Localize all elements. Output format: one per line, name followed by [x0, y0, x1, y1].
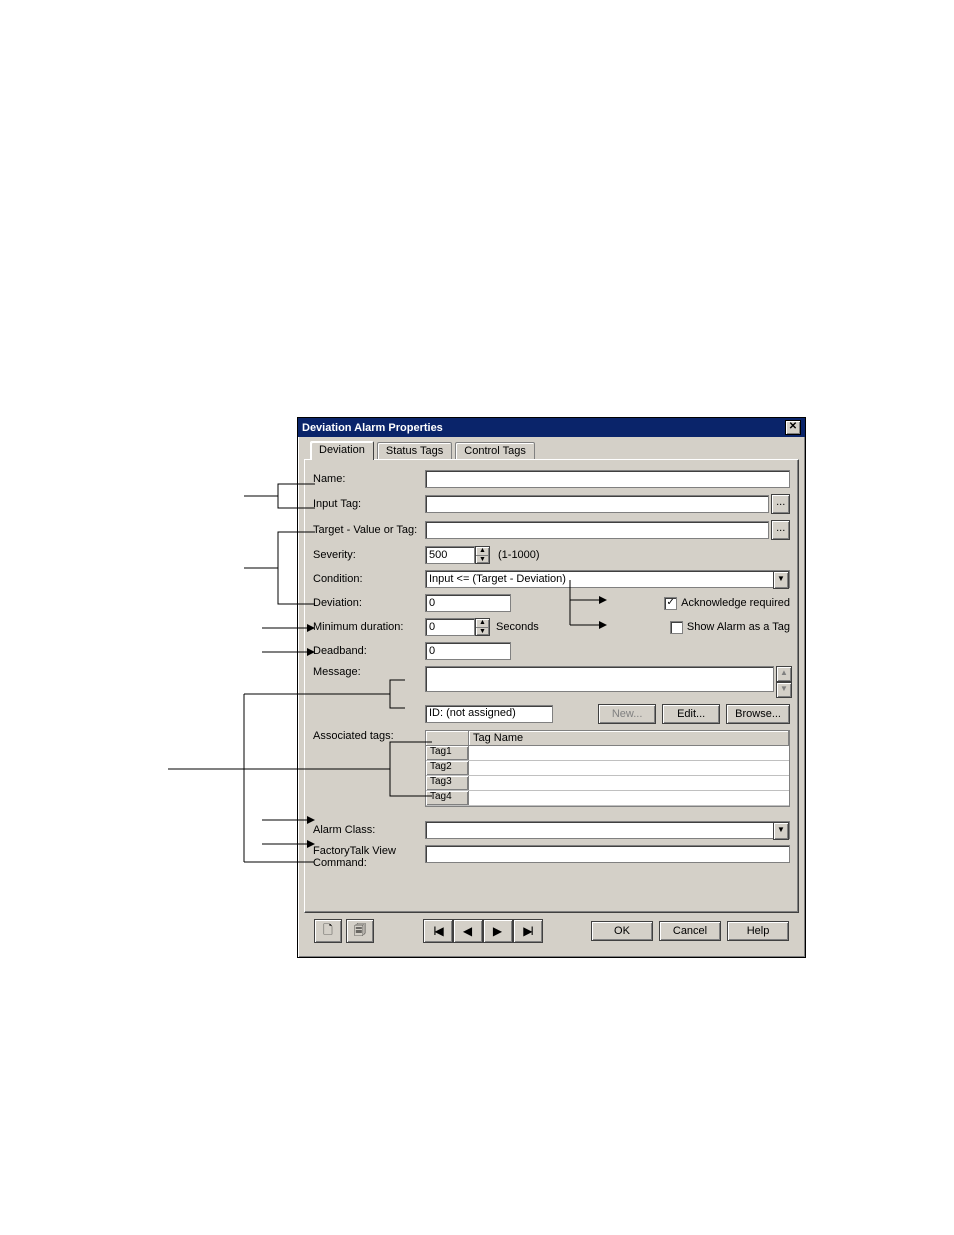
prev-icon: ◀: [463, 924, 472, 938]
grid-rowheader: Tag1: [426, 746, 469, 760]
message-new-button[interactable]: New...: [598, 704, 656, 724]
deadband-input[interactable]: [425, 642, 511, 660]
nav-first-button[interactable]: I◀: [423, 919, 453, 943]
new-document-icon: 🗋: [323, 921, 333, 942]
alarm-class-dropdown-icon[interactable]: ▼: [773, 822, 789, 840]
table-row: Tag1: [426, 746, 789, 761]
severity-up-icon[interactable]: ▲: [476, 547, 489, 556]
target-input[interactable]: [425, 521, 769, 539]
name-input[interactable]: [425, 470, 790, 488]
min-duration-down-icon[interactable]: ▼: [476, 628, 489, 636]
target-browse-button[interactable]: ...: [771, 520, 790, 540]
message-id-display: ID: (not assigned): [425, 705, 553, 723]
deadband-label: Deadband:: [313, 645, 425, 657]
grid-cell[interactable]: [469, 776, 789, 790]
ack-required-label: Acknowledge required: [681, 597, 790, 609]
record-nav-group: I◀ ◀ ▶ ▶I: [423, 919, 543, 943]
deviation-alarm-dialog: Deviation Alarm Properties ✕ Deviation S…: [297, 417, 806, 958]
associated-tags-label: Associated tags:: [313, 730, 425, 742]
message-textarea[interactable]: [425, 666, 774, 692]
ft-command-input[interactable]: [425, 845, 790, 863]
next-icon: ▶: [493, 924, 502, 938]
cancel-button[interactable]: Cancel: [659, 921, 721, 941]
severity-down-icon[interactable]: ▼: [476, 556, 489, 564]
min-duration-label: Minimum duration:: [313, 621, 425, 633]
message-edit-button[interactable]: Edit...: [662, 704, 720, 724]
min-duration-input[interactable]: [425, 618, 475, 636]
message-scroll-up-icon[interactable]: ▲: [776, 666, 792, 682]
message-label: Message:: [313, 666, 425, 678]
help-button[interactable]: Help: [727, 921, 789, 941]
show-as-tag-check-icon: [670, 621, 683, 634]
condition-dropdown-icon[interactable]: ▼: [773, 571, 789, 589]
tab-strip: Deviation Status Tags Control Tags: [310, 441, 799, 459]
dialog-button-bar: 🗋 🗐 I◀ ◀ ▶ ▶I OK Cancel Help: [304, 913, 799, 951]
ack-required-check-icon: ✓: [664, 597, 677, 610]
target-label: Target - Value or Tag:: [313, 524, 425, 536]
tab-deviation[interactable]: Deviation: [310, 441, 374, 460]
min-duration-spinner[interactable]: ▲ ▼: [425, 618, 490, 636]
severity-label: Severity:: [313, 549, 425, 561]
tab-status-tags[interactable]: Status Tags: [377, 442, 452, 460]
grid-cell[interactable]: [469, 761, 789, 775]
show-as-tag-label: Show Alarm as a Tag: [687, 621, 790, 633]
alarm-class-label: Alarm Class:: [313, 824, 425, 836]
grid-header-tagname: Tag Name: [469, 731, 789, 745]
copy-document-icon: 🗐: [354, 921, 366, 942]
name-label: Name:: [313, 473, 425, 485]
first-icon: I◀: [433, 924, 442, 938]
grid-rowheader: Tag4: [426, 791, 469, 805]
table-row: Tag4: [426, 791, 789, 806]
grid-cell[interactable]: [469, 791, 789, 805]
ack-required-checkbox[interactable]: ✓ Acknowledge required: [664, 597, 790, 610]
titlebar: Deviation Alarm Properties ✕: [298, 418, 805, 437]
associated-tags-grid[interactable]: Tag Name Tag1 Tag2 Tag3 Tag4: [425, 730, 790, 807]
grid-rowheader: Tag3: [426, 776, 469, 790]
deviation-input[interactable]: [425, 594, 511, 612]
input-tag-input[interactable]: [425, 495, 769, 513]
seconds-label: Seconds: [496, 621, 539, 633]
message-scroll-down-icon[interactable]: ▼: [776, 682, 792, 698]
grid-rowheader: Tag2: [426, 761, 469, 775]
new-record-button[interactable]: 🗋: [314, 919, 342, 943]
condition-label: Condition:: [313, 573, 425, 585]
severity-input[interactable]: [425, 546, 475, 564]
alarm-class-combo[interactable]: [425, 821, 790, 839]
grid-cell[interactable]: [469, 746, 789, 760]
tab-page-deviation: Name: Input Tag: ... Target - Value or T…: [304, 459, 799, 913]
copy-record-button[interactable]: 🗐: [346, 919, 374, 943]
table-row: Tag3: [426, 776, 789, 791]
dialog-title: Deviation Alarm Properties: [302, 422, 443, 434]
nav-last-button[interactable]: ▶I: [513, 919, 543, 943]
deviation-label: Deviation:: [313, 597, 425, 609]
nav-prev-button[interactable]: ◀: [453, 919, 483, 943]
table-row: Tag2: [426, 761, 789, 776]
input-tag-browse-button[interactable]: ...: [771, 494, 790, 514]
condition-combo[interactable]: [425, 570, 790, 588]
min-duration-up-icon[interactable]: ▲: [476, 619, 489, 628]
ok-button[interactable]: OK: [591, 921, 653, 941]
nav-next-button[interactable]: ▶: [483, 919, 513, 943]
input-tag-label: Input Tag:: [313, 498, 425, 510]
show-as-tag-checkbox[interactable]: Show Alarm as a Tag: [670, 621, 790, 634]
severity-spinner[interactable]: ▲ ▼: [425, 546, 490, 564]
close-icon[interactable]: ✕: [785, 420, 801, 435]
tab-control-tags[interactable]: Control Tags: [455, 442, 535, 460]
ft-command-label: FactoryTalk View Command:: [313, 845, 425, 869]
message-browse-button[interactable]: Browse...: [726, 704, 790, 724]
grid-corner: [426, 731, 469, 745]
last-icon: ▶I: [523, 924, 532, 938]
severity-range-label: (1-1000): [498, 549, 540, 561]
